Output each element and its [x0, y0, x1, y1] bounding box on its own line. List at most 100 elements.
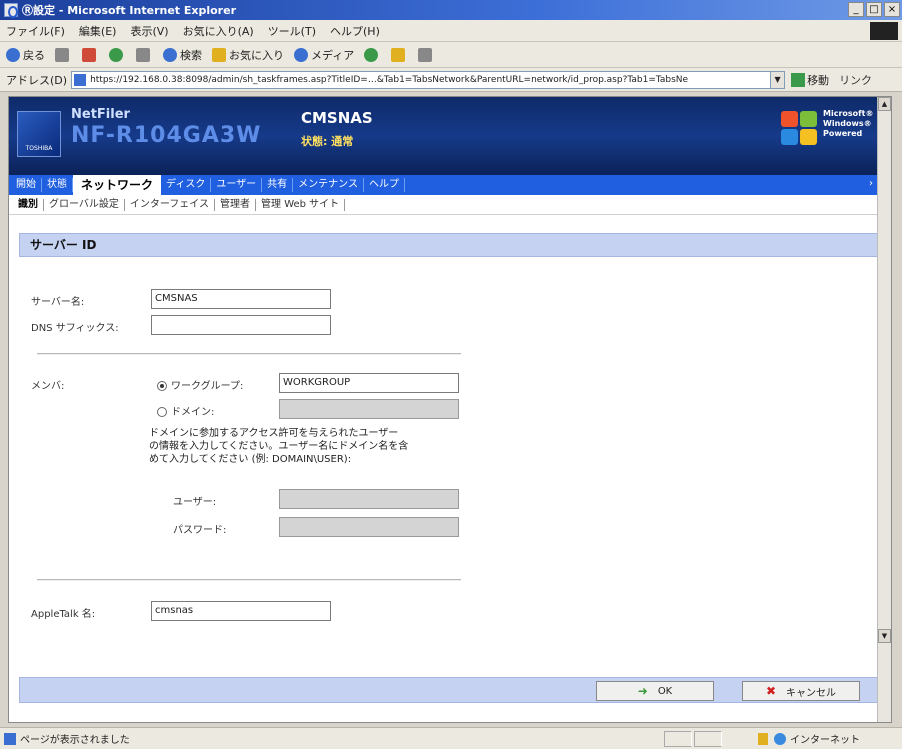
- nas-header: TOSHIBA NetFiler NF-R104GA3W CMSNAS 状態: …: [9, 97, 879, 175]
- close-button[interactable]: ×: [884, 2, 900, 17]
- section-title: サーバー ID: [19, 233, 879, 257]
- media-icon: [294, 47, 308, 62]
- print-button[interactable]: [418, 47, 435, 62]
- domain-radio[interactable]: [157, 407, 167, 417]
- divider: [37, 579, 461, 581]
- ok-arrow-icon: ➜: [637, 684, 648, 698]
- domain-input[interactable]: [279, 399, 459, 419]
- menu-view[interactable]: 表示(V): [130, 23, 168, 39]
- search-label: 検索: [180, 48, 202, 62]
- dns-suffix-label: DNS サフィックス:: [31, 323, 119, 334]
- server-name-input[interactable]: CMSNAS: [151, 289, 331, 309]
- subtab-global-settings[interactable]: グローバル設定: [44, 198, 125, 211]
- subtab-admin-website[interactable]: 管理 Web サイト: [256, 198, 346, 211]
- back-label: 戻る: [23, 48, 45, 62]
- cancel-x-icon: ✖: [765, 684, 777, 698]
- powered-line: Microsoft®: [823, 109, 874, 118]
- scroll-down-arrow-icon[interactable]: ▼: [878, 629, 891, 643]
- appletalk-name-input[interactable]: cmsnas: [151, 601, 331, 621]
- address-dropdown-button[interactable]: ▼: [771, 70, 786, 89]
- workgroup-input[interactable]: WORKGROUP: [279, 373, 459, 393]
- vendor-logo-text: TOSHIBA: [25, 145, 53, 152]
- divider: [37, 353, 461, 355]
- password-label: パスワード:: [173, 525, 227, 536]
- home-button[interactable]: [136, 47, 153, 62]
- search-icon: [163, 47, 177, 62]
- address-bar: アドレス(D) https://192.168.0.38:8098/admin/…: [0, 68, 902, 92]
- menu-bar: ファイル(F) 編集(E) 表示(V) お気に入り(A) ツール(T) ヘルプ(…: [0, 20, 902, 42]
- maximize-button[interactable]: □: [866, 2, 882, 17]
- media-label: メディア: [311, 48, 355, 62]
- status-bar: ページが表示されました インターネット: [0, 727, 902, 749]
- tab-maintenance[interactable]: メンテナンス: [293, 178, 364, 192]
- stop-button[interactable]: [82, 47, 99, 62]
- security-zone: インターネット: [758, 731, 860, 746]
- media-button[interactable]: メディア: [294, 47, 354, 63]
- tab-shares[interactable]: 共有: [262, 178, 294, 192]
- server-hostname: CMSNAS: [301, 109, 373, 127]
- subtab-administrator[interactable]: 管理者: [215, 198, 257, 211]
- powered-line: Powered: [823, 129, 863, 138]
- address-label: アドレス(D): [6, 73, 68, 87]
- forward-arrow-icon: [55, 47, 69, 62]
- status-panes: [664, 731, 724, 747]
- back-arrow-icon: [6, 47, 20, 62]
- favorites-button[interactable]: お気に入り: [212, 47, 284, 63]
- back-button[interactable]: 戻る: [6, 47, 45, 63]
- ok-button[interactable]: ➜ OK: [596, 681, 714, 701]
- browser-toolbar: 戻る 検索 お気に入り メディア: [0, 42, 902, 68]
- chevron-right-icon: ›: [869, 178, 873, 189]
- powered-line: Windows®: [823, 119, 872, 128]
- subtab-identification[interactable]: 識別: [13, 198, 44, 211]
- vertical-scrollbar[interactable]: ▲ ▼: [877, 97, 891, 722]
- print-icon: [418, 47, 433, 62]
- product-brand: NetFiler: [71, 107, 130, 122]
- tab-status[interactable]: 状態: [42, 178, 73, 192]
- password-input[interactable]: [279, 517, 459, 537]
- appletalk-name-label: AppleTalk 名:: [31, 609, 96, 620]
- status-pane: [694, 731, 722, 747]
- user-input[interactable]: [279, 489, 459, 509]
- tab-network[interactable]: ネットワーク: [73, 175, 162, 195]
- tab-disks[interactable]: ディスク: [161, 178, 212, 192]
- menu-edit[interactable]: 編集(E): [79, 23, 117, 39]
- action-bar: ➜ OK ✖ キャンセル: [19, 677, 879, 703]
- menu-tools[interactable]: ツール(T): [268, 23, 316, 39]
- menu-favorites[interactable]: お気に入り(A): [183, 23, 254, 39]
- history-button[interactable]: [364, 47, 381, 62]
- windows-powered-badge: Microsoft® Windows® Powered: [823, 109, 873, 139]
- forward-button[interactable]: [55, 47, 72, 62]
- address-input[interactable]: https://192.168.0.38:8098/admin/sh_taskf…: [71, 70, 772, 89]
- cancel-button[interactable]: ✖ キャンセル: [742, 681, 860, 701]
- stop-icon: [82, 47, 96, 62]
- search-button[interactable]: 検索: [163, 47, 202, 63]
- dns-suffix-input[interactable]: [151, 315, 331, 335]
- workgroup-radio[interactable]: [157, 381, 167, 391]
- server-id-form: サーバー名: CMSNAS DNS サフィックス: メンバ: ワークグループ: …: [9, 257, 879, 677]
- menu-help[interactable]: ヘルプ(H): [330, 23, 380, 39]
- window-controls: _ □ ×: [848, 2, 900, 17]
- globe-icon: [774, 732, 786, 745]
- menu-file[interactable]: ファイル(F): [6, 23, 65, 39]
- mail-button[interactable]: [391, 47, 408, 62]
- ok-label: OK: [657, 685, 673, 697]
- subtab-interfaces[interactable]: インターフェイス: [125, 198, 216, 211]
- note-line: ドメインに参加するアクセス許可を与えられたユーザー: [149, 428, 399, 439]
- user-label: ユーザー:: [173, 497, 217, 508]
- minimize-button[interactable]: _: [848, 2, 864, 17]
- history-icon: [364, 47, 379, 62]
- zone-label: インターネット: [790, 735, 860, 746]
- domain-label: ドメイン:: [171, 407, 215, 418]
- favorites-label: お気に入り: [229, 48, 284, 62]
- member-of-label: メンバ:: [31, 381, 65, 392]
- tab-help[interactable]: ヘルプ: [364, 178, 405, 192]
- go-label: 移動: [807, 73, 830, 87]
- refresh-button[interactable]: [109, 47, 126, 62]
- tab-users[interactable]: ユーザー: [211, 178, 263, 192]
- refresh-icon: [109, 47, 123, 62]
- links-button[interactable]: リンク: [839, 72, 872, 88]
- scroll-up-arrow-icon[interactable]: ▲: [878, 97, 891, 111]
- window-title-bar: Ⓡ設定 - Microsoft Internet Explorer _ □ ×: [0, 0, 902, 20]
- go-button[interactable]: 移動: [791, 72, 829, 88]
- tab-welcome[interactable]: 開始: [11, 178, 42, 192]
